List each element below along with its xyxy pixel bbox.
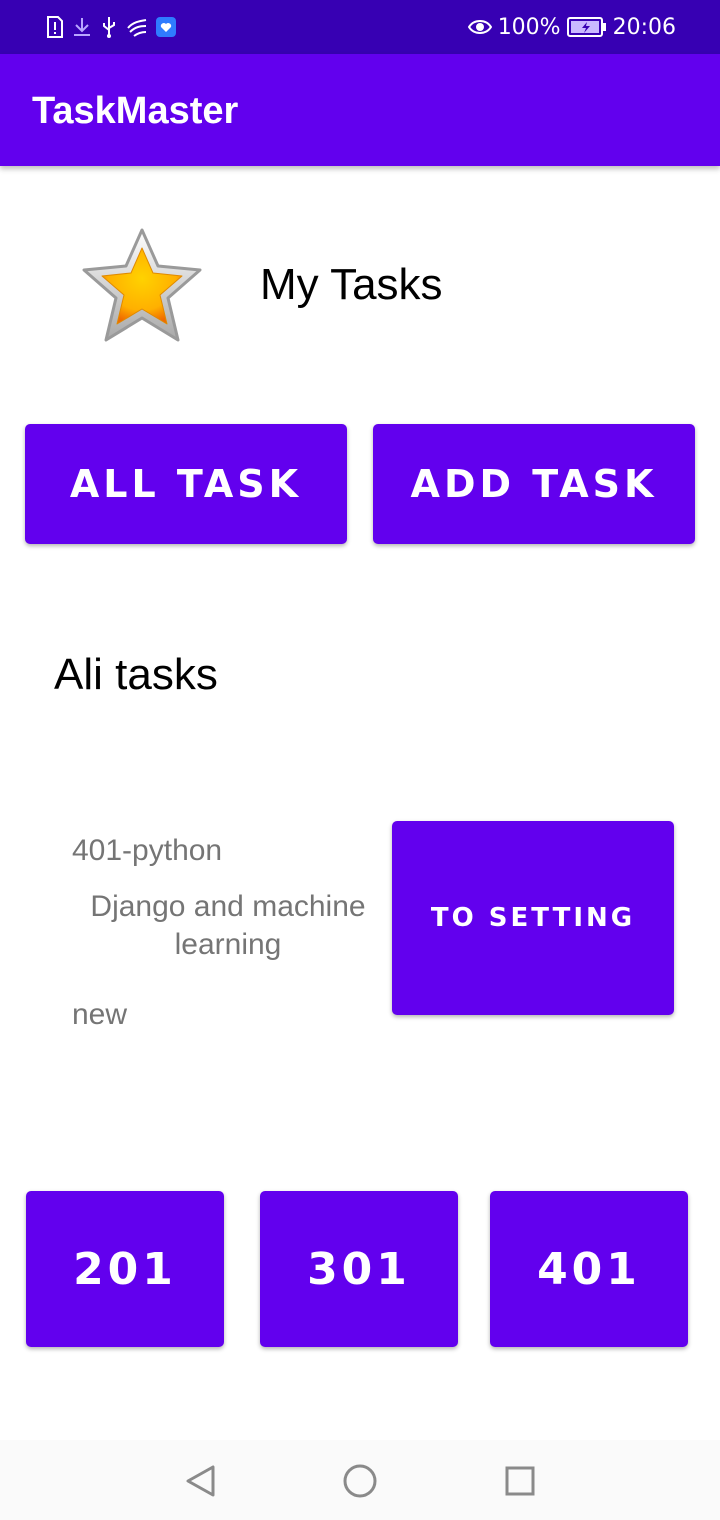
notification-icons bbox=[46, 14, 176, 40]
page-title: My Tasks bbox=[260, 260, 443, 309]
task-201-button[interactable]: 201 bbox=[26, 1191, 224, 1347]
all-task-label: ALL TASK bbox=[69, 462, 303, 506]
system-status: 100% 20:06 bbox=[467, 12, 676, 42]
to-setting-button[interactable]: TO SETTING bbox=[392, 821, 674, 1015]
task-201-label: 201 bbox=[73, 1243, 177, 1295]
all-task-button[interactable]: ALL TASK bbox=[25, 424, 347, 544]
battery-percent: 100% bbox=[497, 14, 561, 40]
usb-icon bbox=[103, 17, 115, 38]
task-state: new bbox=[72, 998, 128, 1031]
shield-app-icon bbox=[156, 17, 176, 37]
task-title: 401-python bbox=[72, 834, 223, 867]
add-task-label: ADD TASK bbox=[410, 462, 658, 506]
app-bar: TaskMaster bbox=[0, 54, 720, 166]
recents-icon[interactable] bbox=[504, 1465, 536, 1497]
home-icon[interactable] bbox=[342, 1463, 378, 1499]
sim-alert-icon bbox=[47, 16, 63, 38]
star-icon bbox=[82, 228, 202, 342]
navigation-bar bbox=[0, 1440, 720, 1520]
task-301-button[interactable]: 301 bbox=[260, 1191, 458, 1347]
app-title: TaskMaster bbox=[32, 90, 239, 132]
status-bar: 100% 20:06 bbox=[0, 0, 720, 54]
eye-comfort-icon bbox=[467, 20, 492, 34]
task-401-label: 401 bbox=[537, 1243, 641, 1295]
task-301-label: 301 bbox=[307, 1243, 411, 1295]
back-icon[interactable] bbox=[184, 1464, 218, 1498]
user-tasks-title: Ali tasks bbox=[54, 650, 218, 699]
clock: 20:06 bbox=[612, 14, 676, 40]
wave-icon bbox=[127, 19, 147, 37]
add-task-button[interactable]: ADD TASK bbox=[373, 424, 695, 544]
battery-charging-icon bbox=[566, 17, 606, 37]
task-401-button[interactable]: 401 bbox=[490, 1191, 688, 1347]
download-icon bbox=[74, 18, 90, 36]
task-description: Django and machine learning bbox=[90, 890, 366, 961]
to-setting-label: TO SETTING bbox=[430, 903, 636, 933]
